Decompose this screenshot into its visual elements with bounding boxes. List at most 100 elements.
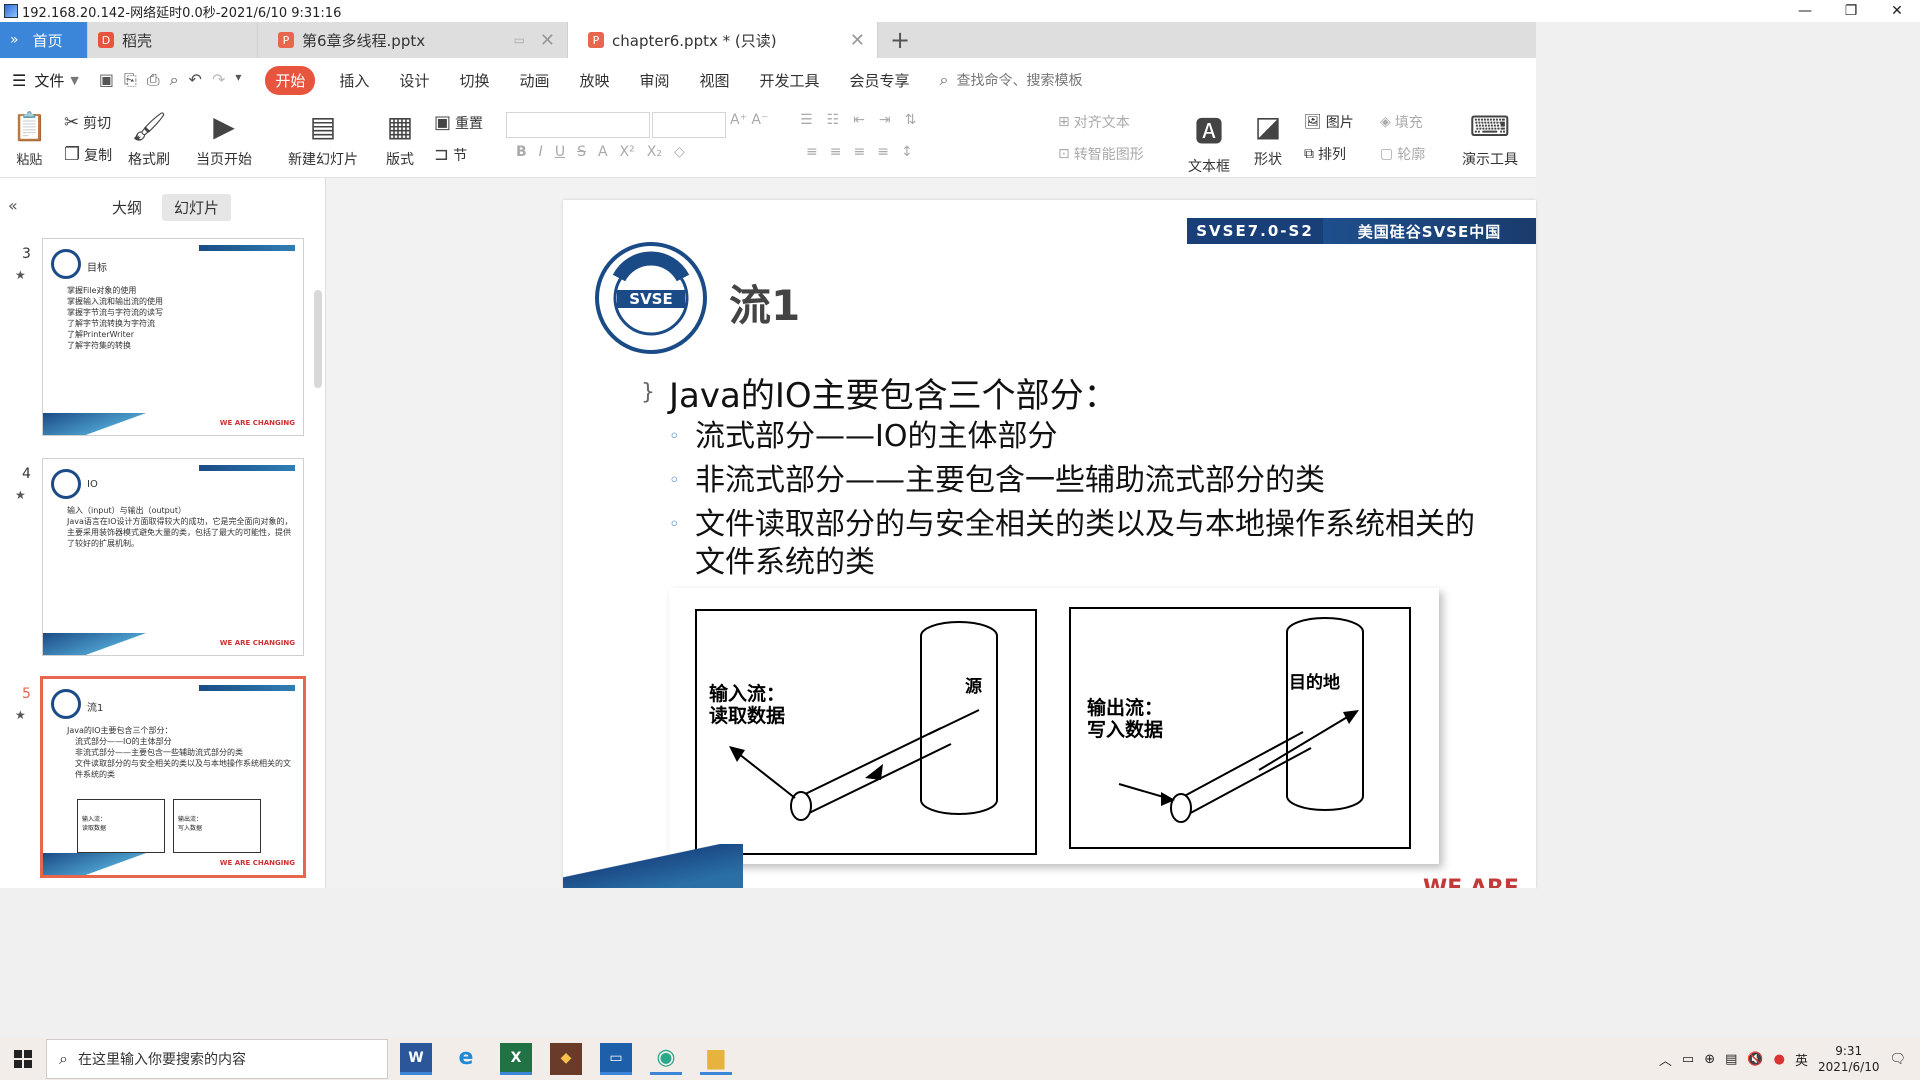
pane-scrollbar[interactable] bbox=[314, 290, 322, 388]
battery-icon[interactable]: ▤ bbox=[1725, 1052, 1737, 1067]
menu-transition[interactable]: 切换 bbox=[459, 70, 489, 91]
file-menu[interactable]: ☰ 文件 ▼ bbox=[12, 70, 79, 91]
paste-button[interactable]: 📋 粘贴 bbox=[12, 110, 47, 168]
tab-outline[interactable]: 大纲 bbox=[100, 194, 154, 221]
tab-doc-multithread[interactable]: P 第6章多线程.pptx ▭ ✕ bbox=[258, 22, 568, 58]
justify-icon[interactable]: ≡ bbox=[877, 144, 889, 160]
copy-button[interactable]: ❐ 复制 bbox=[64, 144, 112, 165]
present-tools-button[interactable]: ⌨ 演示工具 bbox=[1462, 110, 1518, 169]
print-icon[interactable]: ⎙ bbox=[147, 70, 160, 90]
app-icon[interactable]: ◆ bbox=[550, 1043, 582, 1075]
reset-button[interactable]: ▣ 重置 bbox=[434, 112, 483, 133]
bold-icon[interactable]: B bbox=[516, 144, 527, 160]
tab-slides[interactable]: 幻灯片 bbox=[162, 194, 232, 221]
align-left-icon[interactable]: ≡ bbox=[806, 144, 818, 160]
sub-bullet[interactable]: ◦ 文件读取部分的与安全相关的类以及与本地操作系统相关的文件系统的类 bbox=[669, 506, 1499, 582]
layout-button[interactable]: ▦ 版式 bbox=[386, 110, 414, 169]
sub-bullet[interactable]: ◦ 流式部分——IO的主体部分 bbox=[669, 418, 1057, 456]
minimize-button[interactable]: — bbox=[1782, 0, 1828, 22]
italic-icon[interactable]: I bbox=[539, 144, 543, 160]
folder-icon[interactable]: ▆ bbox=[700, 1043, 732, 1075]
outdent-icon[interactable]: ⇤ bbox=[853, 112, 865, 128]
align-text-button[interactable]: ⊞ 对齐文本 bbox=[1058, 112, 1130, 132]
add-tab-button[interactable]: + bbox=[878, 22, 922, 58]
menu-review[interactable]: 审阅 bbox=[639, 70, 669, 91]
align-center-icon[interactable]: ≡ bbox=[830, 144, 842, 160]
bullet-list-icon[interactable]: ☰ bbox=[800, 112, 813, 128]
play-from-current-button[interactable]: ▶ 当页开始 bbox=[196, 110, 252, 169]
save-icon[interactable]: ▣ bbox=[99, 70, 114, 90]
cut-button[interactable]: ✂ 剪切 bbox=[64, 112, 111, 133]
new-slide-button[interactable]: ▤ 新建幻灯片 bbox=[288, 110, 358, 169]
arrange-button[interactable]: ⧉ 排列 bbox=[1304, 144, 1346, 164]
menu-slideshow[interactable]: 放映 bbox=[579, 70, 609, 91]
slide-thumbnail[interactable]: 目标 掌握File对象的使用 掌握输入流和输出流的使用 掌握字节流与字符流的读写… bbox=[42, 238, 304, 436]
close-button[interactable]: ✕ bbox=[1874, 0, 1920, 22]
menu-view[interactable]: 视图 bbox=[700, 70, 730, 91]
tab-doc-chapter6[interactable]: P chapter6.pptx * (只读) ✕ bbox=[568, 22, 878, 58]
volume-muted-icon[interactable]: 🔇 bbox=[1747, 1052, 1763, 1067]
command-search[interactable]: 查找命令、搜索模板 bbox=[957, 70, 1083, 90]
line-spacing-icon[interactable]: ↕ bbox=[901, 144, 913, 160]
browser-icon[interactable]: ◉ bbox=[650, 1043, 682, 1075]
collapse-pane-icon[interactable]: « bbox=[8, 196, 18, 215]
redo-icon[interactable]: ↷ bbox=[212, 70, 225, 90]
align-right-icon[interactable]: ≡ bbox=[853, 144, 865, 160]
close-tab-icon[interactable]: ✕ bbox=[850, 30, 865, 51]
text-direction-icon[interactable]: ⇅ bbox=[905, 112, 917, 128]
start-button[interactable] bbox=[0, 1050, 46, 1068]
outline-button[interactable]: ▢ 轮廓 bbox=[1380, 144, 1425, 164]
menu-developer[interactable]: 开发工具 bbox=[760, 70, 820, 91]
sub-bullet[interactable]: ◦ 非流式部分——主要包含一些辅助流式部分的类 bbox=[669, 462, 1325, 500]
ime-indicator[interactable]: 英 bbox=[1795, 1050, 1808, 1069]
underline-icon[interactable]: U bbox=[555, 144, 565, 160]
font-family-select[interactable] bbox=[506, 112, 650, 138]
font-grow-icon[interactable]: A⁺ A⁻ bbox=[730, 112, 768, 128]
slide-title[interactable]: 流1 bbox=[729, 272, 800, 333]
picture-button[interactable]: 🖼 图片 bbox=[1304, 112, 1354, 132]
textbox-button[interactable]: 🅰 文本框 bbox=[1188, 110, 1230, 176]
edge-icon[interactable]: e bbox=[450, 1043, 482, 1075]
globe-icon[interactable]: ⊕ bbox=[1704, 1052, 1715, 1067]
section-button[interactable]: ⊐ 节 bbox=[434, 144, 467, 165]
font-size-select[interactable] bbox=[652, 112, 726, 138]
customize-icon[interactable]: ▾ bbox=[235, 70, 241, 90]
slide-thumb-row[interactable]: 4 ★ IO 输入（input）与输出（output） Java语言在IO设计方… bbox=[0, 458, 314, 658]
print-preview-icon[interactable]: ⌕ bbox=[170, 70, 179, 90]
smart-shape-button[interactable]: ⊡ 转智能图形 bbox=[1058, 144, 1144, 164]
current-slide[interactable]: SVSE7.0-S2 美国硅谷SVSE中国 SVSE 流1 } Java的IO主… bbox=[563, 200, 1536, 888]
tab-home[interactable]: » 首页 bbox=[0, 22, 88, 58]
notification-icon[interactable]: 🗨 bbox=[1889, 1052, 1906, 1067]
qq-icon[interactable]: ● bbox=[1774, 1052, 1785, 1067]
slide-thumbnail-selected[interactable]: 流1 Java的IO主要包含三个部分： 流式部分——IO的主体部分 非流式部分—… bbox=[40, 676, 306, 878]
close-tab-icon[interactable]: ✕ bbox=[540, 30, 555, 51]
restore-button[interactable]: ❐ bbox=[1828, 0, 1874, 22]
window-icon[interactable]: ▭ bbox=[514, 33, 525, 47]
numbered-list-icon[interactable]: ☷ bbox=[827, 112, 840, 128]
format-painter-button[interactable]: 🖌 格式刷 bbox=[128, 110, 170, 169]
tab-daoke[interactable]: D 稻壳 bbox=[88, 22, 258, 58]
indent-icon[interactable]: ⇥ bbox=[879, 112, 891, 128]
main-bullet[interactable]: } Java的IO主要包含三个部分： bbox=[641, 368, 1118, 417]
excel-icon[interactable]: X bbox=[500, 1043, 532, 1075]
slide-thumb-row-selected[interactable]: 5 ★ 流1 Java的IO主要包含三个部分： 流式部分——IO的主体部分 非流… bbox=[0, 676, 314, 878]
shape-button[interactable]: ◪ 形状 bbox=[1254, 110, 1282, 169]
slide-thumb-row[interactable]: 3 ★ 目标 掌握File对象的使用 掌握输入流和输出流的使用 掌握字节流与字符… bbox=[0, 238, 314, 438]
menu-design[interactable]: 设计 bbox=[399, 70, 429, 91]
menu-insert[interactable]: 插入 bbox=[339, 70, 369, 91]
network-icon[interactable]: ▭ bbox=[1682, 1052, 1694, 1067]
menu-animation[interactable]: 动画 bbox=[519, 70, 549, 91]
menu-member[interactable]: 会员专享 bbox=[850, 70, 910, 91]
superscript-icon[interactable]: X² bbox=[620, 144, 635, 160]
io-stream-figure[interactable]: 输入流： 读取数据 源 输出流： 写入数据 目的地 bbox=[669, 588, 1439, 864]
font-color-icon[interactable]: A bbox=[598, 144, 608, 160]
chevron-up-icon[interactable]: ︿ bbox=[1659, 1050, 1672, 1069]
subscript-icon[interactable]: X₂ bbox=[647, 144, 662, 160]
menu-home[interactable]: 开始 bbox=[265, 65, 316, 95]
system-clock[interactable]: 9:31 2021/6/10 bbox=[1818, 1043, 1880, 1075]
taskbar-search[interactable]: ⌕ 在这里输入你要搜索的内容 bbox=[46, 1039, 388, 1079]
clear-format-icon[interactable]: ◇ bbox=[674, 144, 685, 160]
strikethrough-icon[interactable]: S bbox=[577, 144, 586, 160]
export-icon[interactable]: ⎘ bbox=[124, 70, 137, 90]
slide-thumbnail[interactable]: IO 输入（input）与输出（output） Java语言在IO设计方面取得较… bbox=[42, 458, 304, 656]
